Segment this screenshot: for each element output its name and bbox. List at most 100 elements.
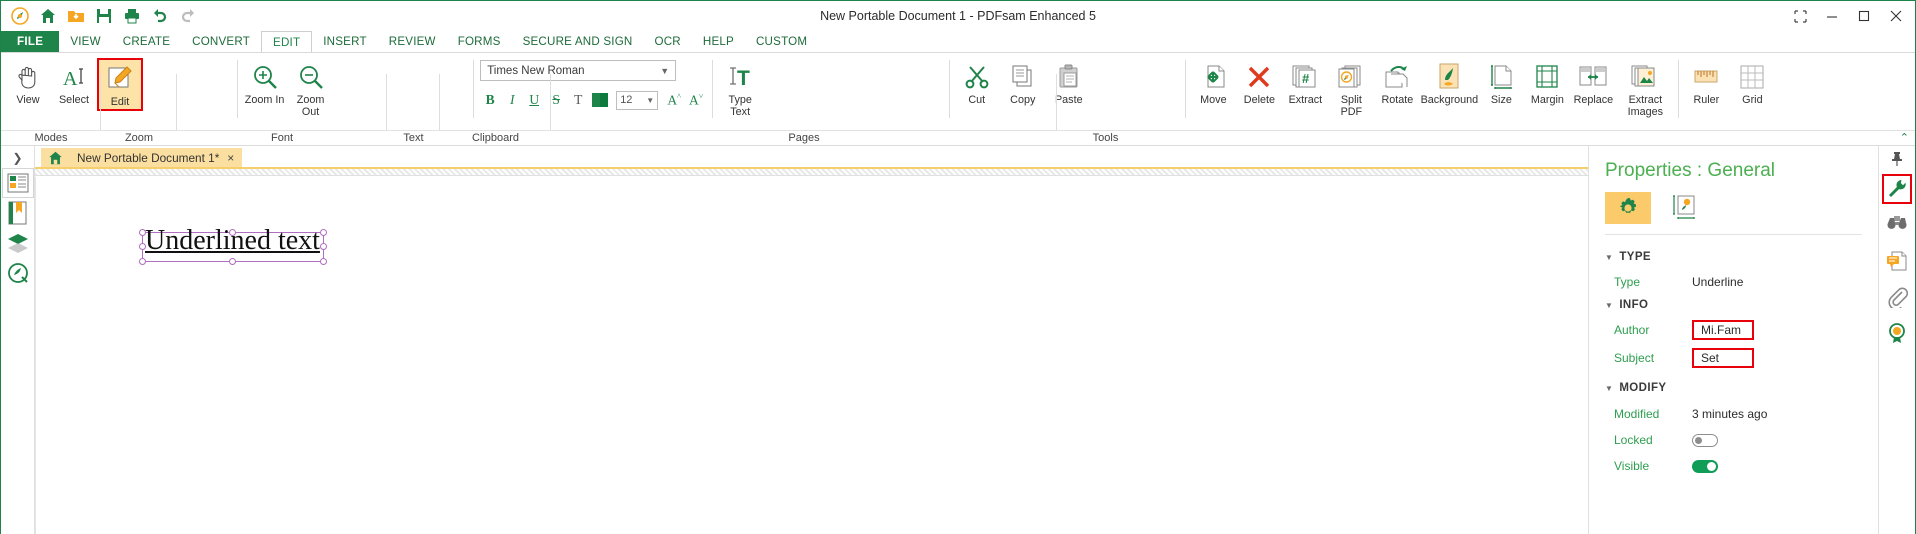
ribbon-button-background[interactable]: Background (1420, 58, 1478, 107)
properties-wrench-icon[interactable] (1882, 174, 1912, 204)
app-logo-icon[interactable] (7, 4, 33, 28)
menu-item-convert[interactable]: CONVERT (181, 31, 261, 52)
ribbon-button-move[interactable]: Move (1190, 58, 1236, 107)
resize-handle-bottom-center[interactable] (229, 258, 236, 265)
minimize-icon[interactable] (1817, 3, 1847, 29)
ribbon-button-select[interactable]: A Select (51, 58, 97, 107)
split-pdf-icon (1337, 61, 1365, 93)
menu-item-edit[interactable]: EDIT (261, 31, 313, 52)
section-label-modify: MODIFY (1619, 382, 1667, 394)
ribbon-button-size[interactable]: Size (1478, 58, 1524, 107)
undo-icon[interactable] (147, 4, 173, 28)
menu-item-custom[interactable]: CUSTOM (745, 31, 818, 52)
layers-panel-icon[interactable] (2, 228, 34, 258)
ribbon-button-edit[interactable]: Edit (97, 58, 143, 111)
resize-handle-middle-right[interactable] (320, 243, 327, 250)
grow-font-button[interactable]: A^ (664, 90, 684, 110)
menu-item-ocr[interactable]: OCR (644, 31, 692, 52)
tab-close-icon[interactable]: × (227, 151, 234, 165)
section-header-type[interactable]: ▼ TYPE (1589, 245, 1878, 270)
ribbon-button-copy[interactable]: Copy (1000, 58, 1046, 107)
ribbon-button-replace[interactable]: Replace (1570, 58, 1616, 107)
locked-toggle[interactable] (1692, 433, 1718, 447)
ribbon-button-extract[interactable]: # Extract (1282, 58, 1328, 107)
save-icon[interactable] (91, 4, 117, 28)
document-canvas[interactable]: Underlined text (35, 167, 1588, 534)
shrink-font-button[interactable]: A˅ (686, 90, 706, 110)
ribbon-button-zoom-in[interactable]: Zoom In (242, 58, 288, 107)
binoculars-icon[interactable] (1882, 210, 1912, 240)
ribbon-button-rotate[interactable]: Rotate (1374, 58, 1420, 107)
group-label-font: Font (177, 74, 387, 145)
pdf-page[interactable]: Underlined text (35, 177, 1588, 534)
properties-tab-row (1589, 192, 1878, 234)
ribbon-button-cut[interactable]: Cut (954, 58, 1000, 107)
maximize-icon[interactable] (1849, 3, 1879, 29)
ribbon-button-ruler[interactable]: Ruler (1683, 58, 1729, 107)
menu-item-create[interactable]: CREATE (112, 31, 181, 52)
svg-text:#: # (1302, 71, 1310, 86)
expand-panel-icon[interactable]: ❯ (12, 148, 22, 168)
property-key-visible: Visible (1614, 459, 1650, 473)
font-color-button[interactable] (590, 90, 610, 110)
bookmarks-panel-icon[interactable] (2, 198, 34, 228)
open-icon[interactable] (63, 4, 89, 28)
ribbon-button-type-text[interactable]: T Type Text (717, 58, 763, 118)
signature-badge-icon[interactable] (1882, 318, 1912, 348)
property-value-author[interactable]: Mi.Fam (1692, 319, 1754, 340)
ribbon-button-paste[interactable]: Paste (1046, 58, 1092, 107)
thumbnails-panel-icon[interactable] (1, 168, 34, 198)
ribbon-button-zoom-out[interactable]: Zoom Out (288, 58, 334, 118)
search-panel-icon[interactable] (2, 258, 34, 288)
ribbon-button-grid[interactable]: Grid (1729, 58, 1775, 107)
redo-icon[interactable] (175, 4, 201, 28)
pin-icon[interactable] (1882, 150, 1912, 168)
selection-bounding-box[interactable]: Underlined text (139, 225, 327, 265)
menu-item-forms[interactable]: FORMS (447, 31, 512, 52)
general-properties-icon[interactable] (1605, 192, 1651, 224)
ribbon-group-text: T Type Text (713, 56, 949, 118)
ribbon-button-extract-images[interactable]: Extract Images (1616, 58, 1674, 118)
property-value-subject[interactable]: Set (1692, 347, 1754, 368)
bold-button[interactable]: B (480, 90, 500, 110)
extract-pages-icon: # (1291, 61, 1319, 93)
close-icon[interactable] (1881, 3, 1911, 29)
collapse-ribbon-icon[interactable]: ⌃ (1900, 131, 1909, 144)
ribbon-label-move: Move (1200, 94, 1227, 106)
underline-button[interactable]: U (524, 90, 544, 110)
text-style-button[interactable]: T (568, 90, 588, 110)
ribbon-button-split-pdf[interactable]: Split PDF (1328, 58, 1374, 118)
resize-handle-middle-left[interactable] (139, 243, 146, 250)
menu-item-review[interactable]: REVIEW (378, 31, 447, 52)
menu-item-view[interactable]: VIEW (59, 31, 111, 52)
menu-item-help[interactable]: HELP (692, 31, 745, 52)
restore-ribbon-icon[interactable] (1785, 3, 1815, 29)
attachments-paperclip-icon[interactable] (1882, 282, 1912, 312)
section-header-info[interactable]: ▼ INFO (1589, 293, 1878, 318)
resize-handle-bottom-left[interactable] (139, 258, 146, 265)
resize-handle-bottom-right[interactable] (320, 258, 327, 265)
title-bar: New Portable Document 1 - PDFsam Enhance… (1, 1, 1915, 31)
visible-toggle[interactable] (1692, 459, 1718, 473)
tab-new-portable-document-1[interactable]: New Portable Document 1* × (69, 148, 243, 167)
font-name-combobox[interactable]: Times New Roman ▼ (480, 60, 677, 81)
font-size-combobox[interactable]: 12 ▼ (616, 90, 659, 110)
resize-handle-top-right[interactable] (320, 229, 327, 236)
menu-item-file[interactable]: FILE (1, 31, 60, 52)
ribbon-button-view[interactable]: View (5, 58, 51, 107)
resize-handle-top-center[interactable] (229, 229, 236, 236)
ribbon-button-margin[interactable]: Margin (1524, 58, 1570, 107)
menu-item-secure-and-sign[interactable]: SECURE AND SIGN (512, 31, 644, 52)
print-icon[interactable] (119, 4, 145, 28)
tab-home-icon[interactable] (41, 148, 69, 167)
appearance-properties-icon[interactable] (1663, 192, 1709, 224)
comments-icon[interactable] (1882, 246, 1912, 276)
section-header-modify[interactable]: ▼ MODIFY (1589, 369, 1878, 401)
home-icon[interactable] (35, 4, 61, 28)
selected-annotation-object[interactable]: Underlined text (139, 225, 327, 265)
ribbon-button-delete[interactable]: Delete (1236, 58, 1282, 107)
menu-item-insert[interactable]: INSERT (312, 31, 378, 52)
resize-handle-top-left[interactable] (139, 229, 146, 236)
triangle-down-icon: ▼ (1605, 252, 1614, 262)
italic-button[interactable]: I (502, 90, 522, 110)
